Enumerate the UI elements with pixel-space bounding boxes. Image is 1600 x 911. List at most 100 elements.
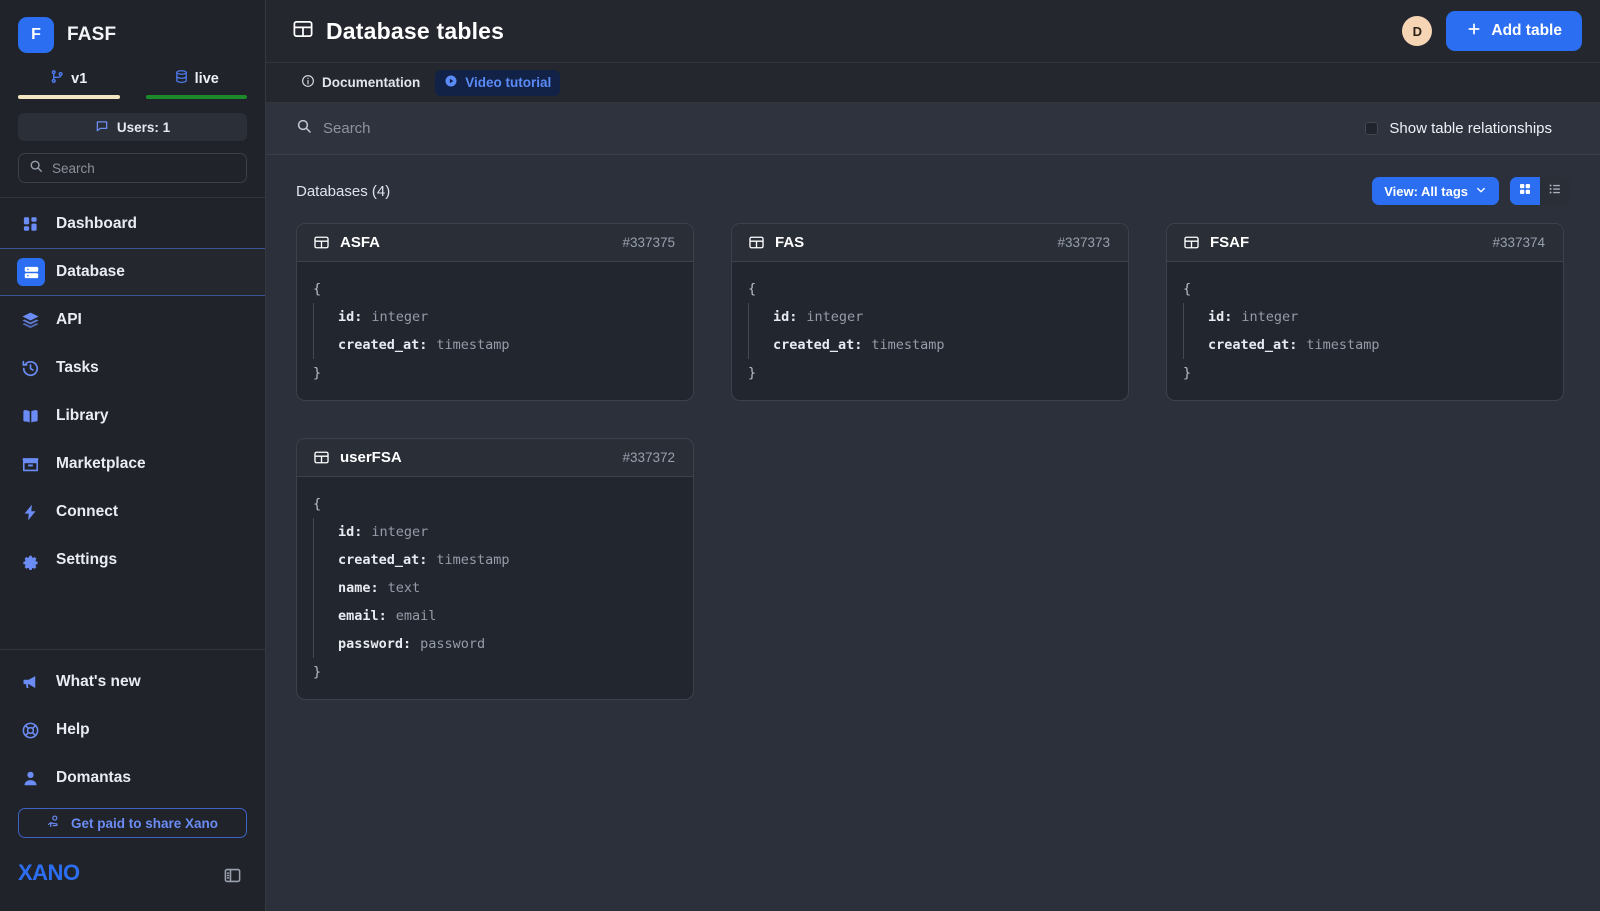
sidebar-footer: XANO	[0, 838, 265, 911]
sidebar-nav: Dashboard Database API Tasks Library Mar…	[0, 198, 265, 584]
schema-field-type: integer	[806, 309, 864, 325]
grid-view-toggle[interactable]	[1510, 177, 1540, 205]
view-tags-button[interactable]: View: All tags	[1372, 177, 1499, 205]
sidebar-item-marketplace-label: Marketplace	[56, 455, 146, 472]
schema-brace-open: {	[748, 281, 757, 297]
schema-field-row: created_at: timestamp	[338, 331, 693, 359]
documentation-link[interactable]: Documentation	[292, 70, 429, 96]
workspace-name: FASF	[67, 24, 117, 45]
schema-field-key: id:	[1208, 309, 1233, 325]
table-card-schema: {id: integer created_at: timestamp}	[1167, 262, 1563, 400]
table-search-input[interactable]: Search	[296, 118, 371, 139]
sidebar-item-connect[interactable]: Connect	[0, 488, 265, 536]
table-card-title: FSAF	[1210, 234, 1250, 251]
sidebar-item-connect-label: Connect	[56, 503, 118, 520]
table-icon	[748, 234, 765, 251]
schema-field-type: integer	[371, 524, 429, 540]
users-pill[interactable]: Users: 1	[18, 113, 247, 141]
sidebar-item-dashboard[interactable]: Dashboard	[0, 200, 265, 248]
sidebar-item-account[interactable]: Domantas	[0, 754, 265, 802]
schema-field-row: created_at: timestamp	[338, 546, 693, 574]
store-icon	[20, 454, 41, 475]
table-card-header: FAS #337373	[732, 224, 1128, 262]
history-icon	[20, 358, 41, 379]
show-relationships-toggle[interactable]: Show table relationships	[1365, 120, 1552, 137]
sidebar-item-settings[interactable]: Settings	[0, 536, 265, 584]
workspace-logo: F	[18, 17, 54, 53]
schema-field-type: email	[395, 608, 437, 624]
plus-icon	[1466, 21, 1482, 42]
schema-brace-open: {	[313, 281, 322, 297]
sidebar-bottom-nav: What's new Help Domantas	[0, 650, 265, 802]
schema-field-key: created_at:	[773, 337, 863, 353]
environment-tabs: v1 live	[0, 67, 265, 99]
sidebar-item-library[interactable]: Library	[0, 392, 265, 440]
sidebar-item-whats-new-label: What's new	[56, 673, 141, 690]
schema-field-key: name:	[338, 580, 379, 596]
video-tutorial-link[interactable]: Video tutorial	[435, 69, 561, 96]
schema-field-type: password	[420, 636, 486, 652]
table-card-id: #337374	[1492, 235, 1545, 250]
database-icon	[174, 69, 189, 89]
documentation-row: Documentation Video tutorial	[266, 63, 1600, 103]
schema-brace-open: {	[1183, 281, 1192, 297]
schema-field-row: password: password	[338, 630, 693, 658]
share-xano-button[interactable]: Get paid to share Xano	[18, 808, 247, 838]
table-card[interactable]: userFSA #337372 {id: integer created_at: time…	[296, 438, 694, 700]
sidebar-item-account-label: Domantas	[56, 769, 131, 786]
env-tab-live[interactable]: live	[145, 67, 247, 99]
show-relationships-checkbox[interactable]	[1365, 122, 1379, 135]
schema-field-type: integer	[371, 309, 429, 325]
sidebar-item-database-label: Database	[56, 263, 125, 280]
schema-field-type: timestamp	[436, 337, 510, 353]
schema-field-row: id: integer	[338, 303, 693, 331]
sidebar-item-help[interactable]: Help	[0, 706, 265, 754]
databases-section-header: Databases (4) View: All tags	[266, 155, 1600, 205]
schema-field-row: email: email	[338, 602, 693, 630]
schema-field-row: id: integer	[338, 518, 693, 546]
sidebar-item-tasks[interactable]: Tasks	[0, 344, 265, 392]
sidebar-item-api[interactable]: API	[0, 296, 265, 344]
table-icon	[1183, 234, 1200, 251]
panel-collapse-icon[interactable]	[223, 866, 243, 886]
table-search-placeholder: Search	[323, 120, 371, 137]
list-view-toggle[interactable]	[1540, 177, 1570, 205]
sidebar-item-whats-new[interactable]: What's new	[0, 658, 265, 706]
sidebar-item-database[interactable]: Database	[0, 248, 265, 296]
sidebar-search[interactable]: Search	[18, 153, 247, 183]
env-tab-v1[interactable]: v1	[18, 67, 120, 99]
user-icon	[20, 768, 41, 789]
table-card[interactable]: ASFA #337375 { id: integer created_at: timesta…	[296, 223, 694, 401]
table-icon	[313, 449, 330, 466]
schema-field-key: created_at:	[338, 552, 428, 568]
avatar[interactable]: D	[1402, 16, 1433, 46]
table-card-header: FSAF #337374	[1167, 224, 1563, 262]
page-header: Database tables D Add table	[266, 0, 1600, 63]
chat-icon	[95, 119, 109, 136]
table-card[interactable]: FAS #337373 {id: integer created_at: timestam…	[731, 223, 1129, 401]
table-card-id: #337375	[622, 235, 675, 250]
sidebar-item-marketplace[interactable]: Marketplace	[0, 440, 265, 488]
schema-field-row: created_at: timestamp	[1208, 331, 1563, 359]
schema-field-row: name: text	[338, 574, 693, 602]
schema-brace-close: }	[313, 365, 322, 381]
schema-field-list: id: integer created_at: timestamp	[1183, 303, 1563, 359]
grid-view-icon	[1518, 182, 1532, 201]
add-table-label: Add table	[1491, 22, 1562, 39]
schema-field-row: created_at: timestamp	[773, 331, 1128, 359]
workspace-brand[interactable]: F FASF	[0, 0, 265, 67]
book-icon	[20, 406, 41, 427]
table-card-header: ASFA #337375	[297, 224, 693, 262]
table-card-title: FAS	[775, 234, 805, 251]
table-card-schema: {id: integer created_at: timestamp}	[732, 262, 1128, 400]
sidebar: F FASF v1 live Users: 1 Search Dashboard…	[0, 0, 266, 911]
schema-field-list: id: integer created_at: timestamp name: text e…	[313, 518, 693, 658]
users-pill-label: Users: 1	[116, 119, 171, 135]
database-icon	[17, 258, 45, 286]
env-tab-live-label: live	[194, 71, 219, 87]
schema-field-list: id: integer created_at: timestamp	[313, 303, 693, 359]
add-table-button[interactable]: Add table	[1446, 11, 1582, 51]
sidebar-item-settings-label: Settings	[56, 551, 118, 568]
table-card[interactable]: FSAF #337374 { id: integer created_at: timesta…	[1166, 223, 1564, 401]
